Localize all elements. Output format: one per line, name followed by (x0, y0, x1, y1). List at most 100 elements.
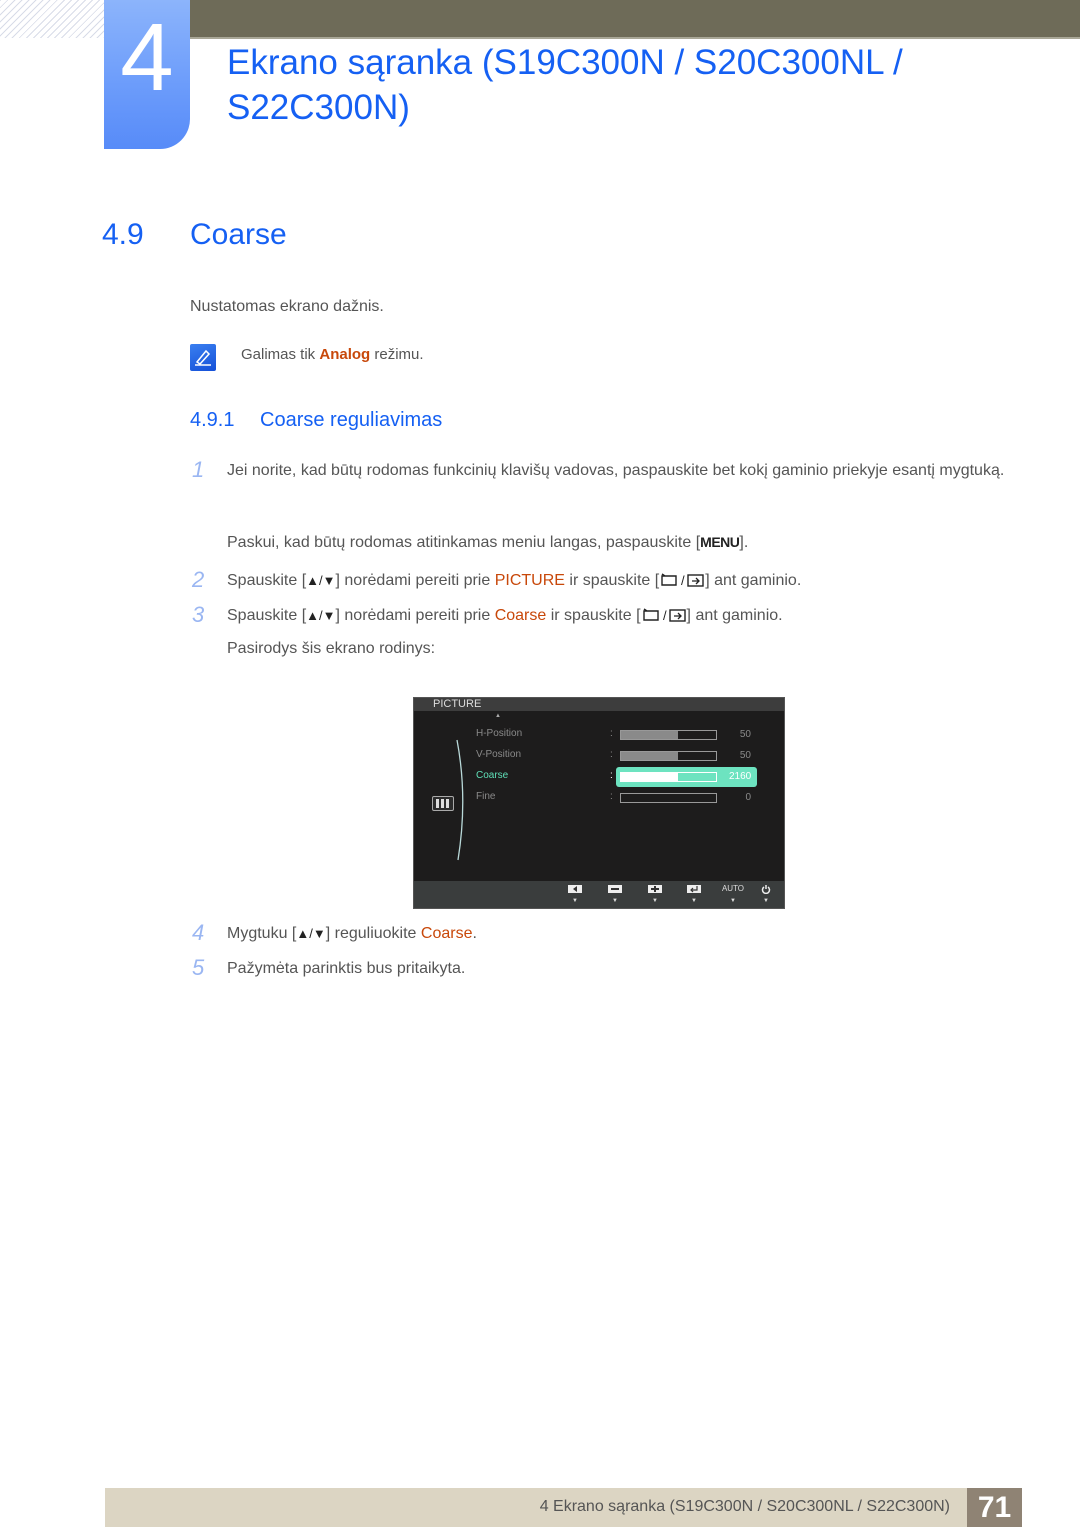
down-arrow-icon: ▼ (730, 898, 736, 904)
power-icon (758, 885, 774, 895)
osd-up-arrow-icon: ▲ (495, 713, 501, 719)
osd-minus-button: ▼ (607, 885, 623, 906)
osd-colon: : (610, 770, 613, 781)
osd-item-value: 50 (739, 729, 751, 740)
section-number: 4.9 (102, 218, 144, 251)
step-text: Pažymėta parinktis bus pritaikyta. (227, 960, 466, 977)
source-enter-icon: / (659, 570, 705, 598)
down-arrow-icon: ▼ (572, 898, 578, 904)
note-text-before: Galimas tik (241, 346, 320, 363)
osd-item-label: Fine (476, 791, 496, 802)
step-number: 5 (192, 955, 205, 980)
up-down-arrow-icon: ▲/▼ (306, 608, 336, 623)
step-text-part: . (472, 925, 477, 942)
osd-item-fine: Fine : 0 (414, 788, 784, 808)
osd-left-button: ▼ (567, 885, 583, 906)
step-highlight: PICTURE (494, 572, 565, 589)
osd-item-label: V-Position (476, 749, 522, 760)
step-text-part: ir spauskite [ (546, 607, 641, 624)
note-highlight: Analog (319, 346, 371, 363)
auto-label: AUTO (721, 884, 745, 893)
step-text-extra: Paskui, kad būtų rodomas atitinkamas men… (227, 528, 748, 557)
step-text-part: ir spauskite [ (564, 572, 660, 589)
chapter-number: 4 (120, 4, 174, 111)
osd-item-label: Coarse (476, 770, 509, 781)
step-text: Spauskite [▲/▼] norėdami pereiti prie Co… (227, 602, 783, 633)
step-text-part: ] ant gaminio. (686, 607, 783, 624)
step-number: 3 (192, 602, 205, 627)
osd-slider-fill (621, 752, 678, 760)
osd-item-label: H-Position (476, 728, 523, 739)
step-highlight: Coarse (494, 607, 547, 624)
chapter-title: Ekrano sąranka (S19C300N / S20C300NL / S… (227, 43, 903, 127)
osd-colon: : (610, 791, 613, 802)
chapter-tab: 4 (104, 0, 190, 149)
osd-menu-screenshot: PICTURE ▲ H-Position : 50 V-Position : 5… (413, 697, 785, 909)
svg-text:/: / (663, 608, 667, 623)
step-highlight: Coarse (420, 925, 473, 942)
up-down-arrow-icon: ▲/▼ (306, 573, 336, 588)
osd-slider-fill (621, 773, 678, 781)
step-text-part: ] norėdami pereiti prie (335, 572, 495, 589)
osd-header-label: PICTURE (433, 698, 482, 710)
down-arrow-icon: ▼ (691, 898, 697, 904)
section-title-text: Coarse (190, 218, 287, 251)
page-footer: 4 Ekrano sąranka (S19C300N / S20C300NL /… (105, 1488, 967, 1527)
osd-slider-fill (621, 731, 678, 739)
osd-enter-button: ▼ (686, 885, 702, 906)
osd-slider (620, 793, 717, 803)
down-arrow-icon: ▼ (612, 898, 618, 904)
step-text-extra: Pasirodys šis ekrano rodinys: (227, 640, 436, 657)
step-number: 1 (192, 457, 205, 482)
subsection-number: 4.9.1 (190, 409, 235, 431)
step-text: Mygtuku [▲/▼] reguliuokite Coarse. (227, 920, 477, 948)
osd-button-guide: ▼ ▼ ▼ ▼ AUTO ▼ ▼ (414, 881, 784, 908)
subsection-title: 4.9.1 Coarse reguliavimas (190, 409, 442, 432)
plus-icon (648, 885, 662, 893)
down-arrow-icon: ▼ (652, 898, 658, 904)
osd-item-h-position: H-Position : 50 (414, 725, 784, 745)
menu-key-icon: MENU (700, 534, 740, 550)
step-number: 4 (192, 920, 205, 945)
osd-slider (620, 772, 717, 782)
source-enter-icon: / (641, 605, 687, 633)
osd-slider (620, 730, 717, 740)
osd-item-value: 2160 (729, 771, 752, 782)
osd-colon: : (610, 749, 613, 760)
step-extra-after: ]. (739, 534, 749, 551)
up-down-arrow-icon: ▲/▼ (296, 926, 326, 941)
section-intro: Nustatomas ekrano dažnis. (190, 298, 384, 315)
step-text-part: ] norėdami pereiti prie (335, 607, 495, 624)
section-title: 4.9 Coarse (102, 215, 287, 255)
page-number: 71 (967, 1488, 1022, 1527)
corner-hatch-decoration (0, 0, 104, 38)
minus-icon (608, 885, 622, 893)
step-text-part: ] ant gaminio. (705, 572, 802, 589)
osd-item-coarse: Coarse : 2160 (414, 767, 784, 787)
step-text-part: ] reguliuokite (325, 925, 421, 942)
osd-item-v-position: V-Position : 50 (414, 746, 784, 766)
step-text: Spauskite [▲/▼] norėdami pereiti prie PI… (227, 567, 801, 598)
header-bar (190, 0, 1080, 39)
footer-text: 4 Ekrano sąranka (S19C300N / S20C300NL /… (539, 1498, 950, 1515)
note-text: Galimas tik Analog režimu. (241, 346, 424, 363)
note-pencil-icon (190, 344, 216, 371)
svg-text:/: / (681, 573, 685, 588)
osd-plus-button: ▼ (647, 885, 663, 906)
subsection-title-text: Coarse reguliavimas (260, 409, 443, 431)
step-extra-before: Paskui, kad būtų rodomas atitinkamas men… (227, 534, 701, 551)
osd-header: PICTURE (414, 698, 784, 711)
step-text: Jei norite, kad būtų rodomas funkcinių k… (227, 462, 1005, 479)
step-text-part: Spauskite [ (227, 572, 307, 589)
osd-power-button: ▼ (758, 885, 774, 906)
note-text-after: režimu. (370, 346, 424, 363)
osd-auto-button: AUTO ▼ (721, 885, 745, 906)
step-number: 2 (192, 567, 205, 592)
step-text-part: Spauskite [ (227, 607, 307, 624)
step-text-part: Mygtuku [ (227, 925, 297, 942)
osd-colon: : (610, 728, 613, 739)
left-arrow-icon (568, 885, 582, 893)
osd-item-value: 0 (745, 792, 751, 803)
down-arrow-icon: ▼ (763, 898, 769, 904)
osd-item-value: 50 (739, 750, 751, 761)
